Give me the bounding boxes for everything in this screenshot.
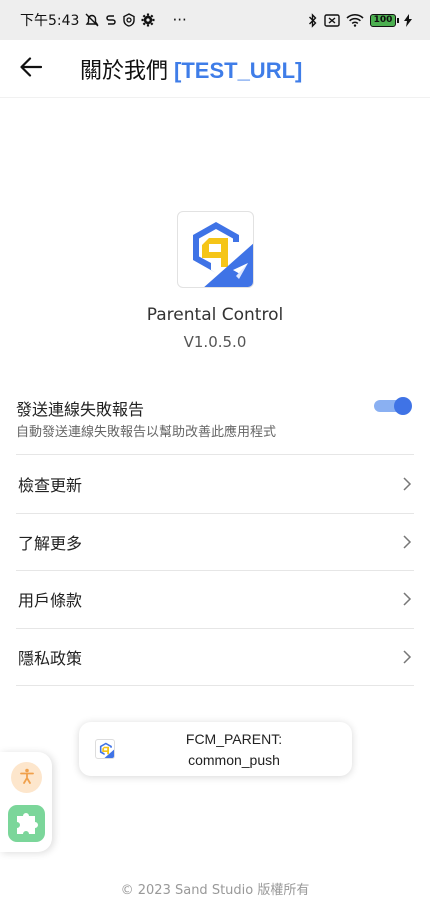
accessibility-button[interactable] — [11, 762, 42, 793]
accessibility-icon — [18, 767, 36, 789]
no-sim-icon — [324, 13, 340, 27]
battery-icon: 100 — [370, 13, 399, 27]
menu-item-terms-of-use[interactable]: 用戶條款 — [16, 571, 414, 629]
app-name: Parental Control — [146, 305, 284, 325]
back-button[interactable] — [0, 40, 60, 98]
menu-item-label: 檢查更新 — [18, 476, 83, 496]
status-bar: 下午5:43 ··· 100 — [0, 0, 430, 40]
more-notifications-dots: ··· — [172, 11, 187, 29]
toast-line-2: common_push — [188, 752, 280, 768]
menu-list: 檢查更新 了解更多 用戶條款 隱私政策 — [16, 456, 414, 686]
toggle-thumb — [394, 397, 412, 415]
bluetooth-icon — [308, 12, 318, 28]
status-left: 下午5:43 ··· — [20, 10, 187, 30]
menu-item-check-update[interactable]: 檢查更新 — [16, 456, 414, 514]
app-bar: 關於我們 [TEST_URL] — [0, 40, 430, 98]
copyright-footer: © 2023 Sand Studio 版權所有 — [120, 883, 310, 898]
menu-item-label: 用戶條款 — [18, 591, 83, 611]
chevron-right-icon — [402, 650, 412, 664]
toast-notification: FCM_PARENT: common_push — [79, 722, 352, 776]
app-logo-icon — [193, 222, 253, 287]
menu-item-learn-more[interactable]: 了解更多 — [16, 514, 414, 571]
charging-bolt-icon — [404, 13, 412, 27]
app-version: V1.0.5.0 — [183, 333, 247, 351]
report-toggle-switch[interactable] — [374, 397, 412, 415]
page-title-text: 關於我們 — [80, 58, 169, 84]
settings-gear-icon — [141, 13, 155, 27]
chevron-right-icon — [402, 592, 412, 606]
report-subtitle: 自動發送連線失敗報告以幫助改善此應用程式 — [16, 425, 277, 440]
menu-item-privacy-policy[interactable]: 隱私政策 — [16, 629, 414, 686]
sync-icon — [105, 13, 117, 27]
floating-side-panel — [0, 752, 52, 852]
plugin-button[interactable] — [8, 805, 45, 842]
test-url-tag: [TEST_URL] — [174, 57, 303, 83]
wifi-icon — [346, 13, 364, 27]
status-right: 100 — [308, 12, 412, 28]
puzzle-piece-icon — [13, 808, 41, 840]
toast-app-icon — [95, 739, 115, 759]
menu-item-label: 隱私政策 — [18, 648, 83, 668]
menu-item-label: 了解更多 — [18, 533, 83, 553]
status-time: 下午5:43 — [20, 13, 80, 29]
chevron-right-icon — [402, 477, 412, 491]
chevron-right-icon — [402, 535, 412, 549]
send-failure-report-row[interactable]: 發送連線失敗報告 自動發送連線失敗報告以幫助改善此應用程式 — [16, 393, 414, 455]
page-title: 關於我們 [TEST_URL] — [80, 53, 302, 85]
back-arrow-icon — [20, 56, 43, 81]
mute-alarm-icon — [84, 12, 100, 28]
toast-line-1: FCM_PARENT: — [185, 731, 283, 747]
report-title: 發送連線失敗報告 — [16, 400, 145, 419]
toast-message: FCM_PARENT: common_push — [139, 729, 329, 771]
shield-app-icon — [122, 13, 136, 27]
app-logo — [177, 211, 254, 288]
